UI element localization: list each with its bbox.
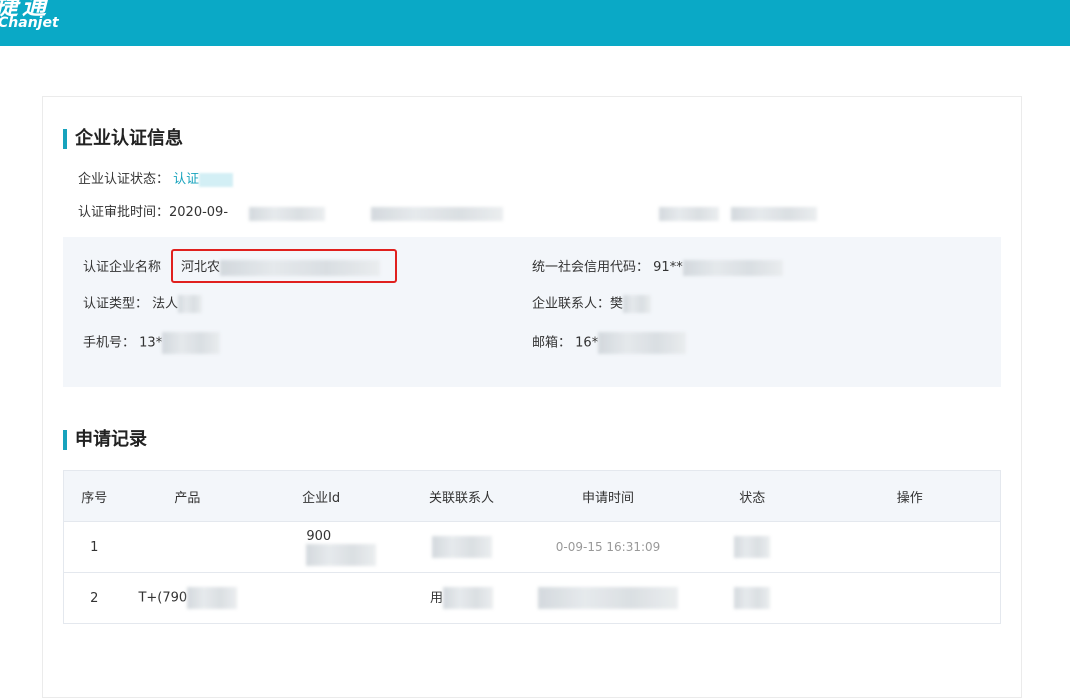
cert-status-row: 企业认证状态： 认证 <box>78 171 234 189</box>
col-company-id: 企业Id <box>250 470 392 522</box>
cell-status <box>684 572 820 624</box>
redacted-blur <box>162 332 221 354</box>
redacted-blur <box>682 259 783 276</box>
email-row: 邮箱： 16* <box>532 332 687 354</box>
email-label: 邮箱： <box>532 335 572 351</box>
phone-row: 手机号： 13* <box>83 332 221 354</box>
redacted-blur <box>538 587 679 609</box>
cell-index: 1 <box>63 521 125 573</box>
product-value: T+(790 <box>138 590 188 606</box>
redacted-blur <box>306 543 377 566</box>
cell-apply-time: 0-09-15 16:31:09 <box>531 521 685 573</box>
contact-label: 企业联系人： <box>532 296 611 312</box>
redacted-blur <box>598 332 687 354</box>
contact-value: 樊 <box>610 296 624 312</box>
col-contact: 关联联系人 <box>391 470 532 522</box>
redacted-blur <box>734 587 771 609</box>
cell-action <box>819 521 1001 573</box>
redacted-blur <box>734 536 771 558</box>
email-value: 16* <box>575 335 599 351</box>
logo-wordmark: Chanjet <box>0 15 59 31</box>
col-status: 状态 <box>684 470 820 522</box>
cert-time-row: 认证审批时间：2020-09- <box>78 204 228 222</box>
cert-type-row: 认证类型： 法人 <box>83 295 203 314</box>
cert-section-title: 企业认证信息 <box>63 128 183 150</box>
cell-contact: 用 <box>391 572 532 624</box>
top-bar: 捷通 Chanjet <box>0 0 1070 46</box>
cell-apply-time <box>531 572 685 624</box>
company-id-value: 900 <box>306 528 332 544</box>
cell-company-id: 900 <box>250 521 392 573</box>
redacted-blur <box>431 536 492 558</box>
company-name-label: 认证企业名称 <box>83 260 162 275</box>
redacted-blur <box>178 295 203 313</box>
cell-action <box>819 572 1001 624</box>
cert-time-label: 认证审批时间： <box>78 205 170 220</box>
cell-status <box>684 521 820 573</box>
apply-time-value: 0-09-15 16:31:09 <box>555 539 661 554</box>
redacted-blur <box>731 207 817 221</box>
cert-info-box: 认证企业名称 河北农 统一社会信用代码： 91** 认证类型： 法人 企业联系人… <box>63 237 1001 387</box>
cert-type-label: 认证类型： <box>83 296 149 312</box>
redacted-blur <box>187 587 238 609</box>
redacted-blur <box>249 207 325 221</box>
main-panel: 企业认证信息 企业认证状态： 认证 认证审批时间：2020-09- 认证企业名称… <box>42 96 1022 698</box>
redacted-blur <box>623 295 652 313</box>
col-action: 操作 <box>819 470 1001 522</box>
table-header-row: 序号 产品 企业Id 关联联系人 申请时间 状态 操作 <box>63 470 1001 522</box>
contact-value: 用 <box>430 590 444 606</box>
records-section-title: 申请记录 <box>63 429 147 451</box>
phone-value: 13* <box>139 335 163 351</box>
credit-code-row: 统一社会信用代码： 91** <box>532 259 783 277</box>
redacted-blur <box>371 207 503 221</box>
records-table: 序号 产品 企业Id 关联联系人 申请时间 状态 操作 1 900 0-09-1… <box>63 470 1001 624</box>
phone-label: 手机号： <box>83 335 136 351</box>
cert-time-value: 2020-09- <box>169 205 229 220</box>
col-apply-time: 申请时间 <box>531 470 685 522</box>
cert-type-value: 法人 <box>152 296 179 312</box>
cell-contact <box>391 521 532 573</box>
cell-product: T+(790 <box>124 572 251 624</box>
credit-code-value: 91** <box>653 260 683 275</box>
cell-product <box>124 521 251 573</box>
col-index: 序号 <box>63 470 125 522</box>
col-product: 产品 <box>124 470 251 522</box>
redacted-blur <box>659 207 719 221</box>
credit-code-label: 统一社会信用代码： <box>532 260 650 275</box>
table-row: 1 900 0-09-15 16:31:09 <box>63 521 1001 573</box>
cert-status-value: 认证 <box>173 172 200 187</box>
highlight-box <box>171 249 397 283</box>
table-row: 2 T+(790 用 <box>63 572 1001 624</box>
redacted-blur <box>199 172 234 187</box>
cert-status-label: 企业认证状态： <box>78 172 170 187</box>
cell-company-id <box>250 572 392 624</box>
contact-row: 企业联系人：樊 <box>532 295 652 314</box>
redacted-blur <box>443 587 494 610</box>
cell-index: 2 <box>63 572 125 624</box>
